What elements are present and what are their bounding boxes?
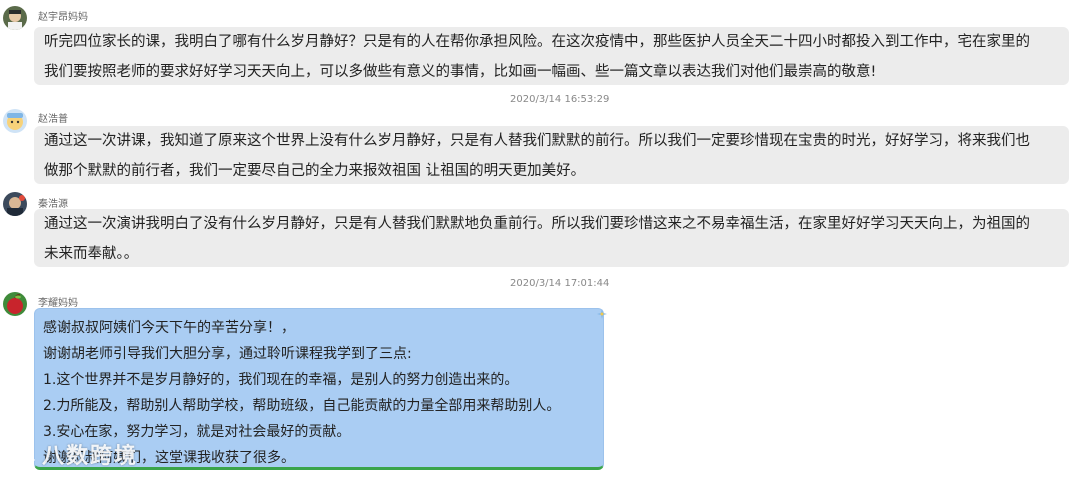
message-line: 我们要按照老师的要求好好学习天天向上，可以多做些有意义的事情，比如画一幅画、些一…	[44, 64, 877, 80]
message-line: 做那个默默的前行者，我们一定要尽自己的全力来报效祖国 让祖国的明天更加美好。	[44, 163, 586, 179]
timestamp: 2020/3/14 16:53:29	[510, 94, 610, 105]
sender-name: 赵浩普	[38, 114, 68, 125]
avatar[interactable]	[3, 109, 27, 133]
message-line: 通过这一次讲课，我知道了原来这个世界上没有什么岁月静好，只是有人替我们默默的前行…	[44, 133, 1030, 149]
message-line: 谢谢胡老师引导我们大胆分享，通过聆听课程我学到了三点:	[43, 346, 412, 362]
watermark-text: 八数跨境	[42, 444, 139, 469]
message-line: 未来而奉献。。	[44, 246, 139, 262]
message-bubble[interactable]: 通过这一次演讲我明白了没有什么岁月静好，只是有人替我们默默地负重前行。所以我们要…	[34, 209, 1069, 267]
avatar[interactable]	[3, 292, 27, 316]
sender-name: 赵宇昂妈妈	[38, 12, 88, 23]
sender-name: 李耀妈妈	[38, 298, 78, 309]
message-bubble[interactable]: 听完四位家长的课，我明白了哪有什么岁月静好？只是有的人在帮你承担风险。在这次疫情…	[34, 27, 1069, 85]
message-line: 通过这一次演讲我明白了没有什么岁月静好，只是有人替我们默默地负重前行。所以我们要…	[44, 216, 1030, 232]
avatar[interactable]	[3, 192, 27, 216]
watermark-logo-icon	[8, 445, 38, 469]
avatar[interactable]	[3, 6, 27, 30]
message-line: 2.力所能及，帮助别人帮助学校，帮助班级，自己能贡献的力量全部用来帮助别人。	[43, 398, 561, 414]
sender-name: 秦浩源	[38, 199, 68, 210]
message-line: 感谢叔叔阿姨们今天下午的辛苦分享！，	[43, 320, 295, 336]
sparkle-icon	[597, 304, 607, 319]
timestamp: 2020/3/14 17:01:44	[510, 278, 610, 289]
message-line: 1.这个世界并不是岁月静好的，我们现在的幸福，是别人的努力创造出来的。	[43, 372, 519, 388]
message-bubble[interactable]: 通过这一次讲课，我知道了原来这个世界上没有什么岁月静好，只是有人替我们默默的前行…	[34, 126, 1069, 184]
message-line: 听完四位家长的课，我明白了哪有什么岁月静好？只是有的人在帮你承担风险。在这次疫情…	[44, 34, 1030, 50]
watermark: 八数跨境	[8, 438, 138, 470]
